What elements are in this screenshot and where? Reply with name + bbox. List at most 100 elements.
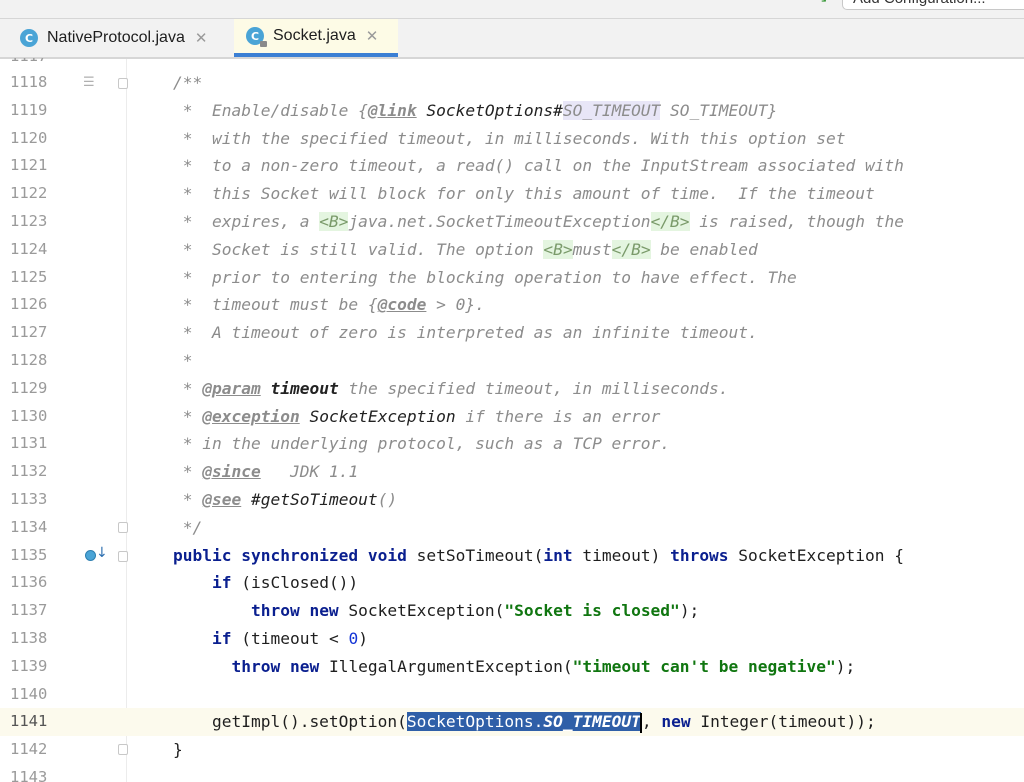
- editor-tab-bar: C NativeProtocol.java ✕ C Socket.java ✕: [0, 19, 1024, 58]
- code-line[interactable]: 1130 * @exception SocketException if the…: [0, 403, 1024, 431]
- code-token: SocketException: [309, 406, 456, 426]
- code-text[interactable]: * @since JDK 1.1: [173, 458, 358, 486]
- code-line[interactable]: 1118 /**: [0, 69, 1024, 97]
- code-line[interactable]: 1128 *: [0, 347, 1024, 375]
- code-line[interactable]: 1120 * with the specified timeout, in mi…: [0, 125, 1024, 153]
- code-line[interactable]: 1135 public synchronized void setSoTimeou…: [0, 542, 1024, 570]
- code-token: /**: [173, 73, 203, 92]
- keyword-token: new: [661, 712, 691, 732]
- code-text[interactable]: public synchronized void setSoTimeout(in…: [173, 542, 904, 570]
- code-token: timeout: [270, 378, 339, 398]
- build-arrow-icon[interactable]: ↘: [816, 0, 828, 5]
- code-token: be enabled: [650, 239, 758, 259]
- code-line[interactable]: 1143: [0, 764, 1024, 782]
- code-token: <B>: [319, 212, 349, 231]
- code-line[interactable]: 1137 throw new SocketException("Socket i…: [0, 597, 1024, 625]
- code-text[interactable]: }: [173, 736, 183, 764]
- code-token: is raised, though the: [689, 212, 904, 231]
- code-line[interactable]: 1134 */: [0, 514, 1024, 542]
- close-icon[interactable]: ✕: [195, 29, 208, 47]
- code-text[interactable]: * A timeout of zero is interpreted as an…: [173, 319, 758, 347]
- tab-nativeprotocol-java[interactable]: C NativeProtocol.java ✕: [12, 19, 230, 57]
- toggle-rendered-doc-icon[interactable]: ☰: [83, 75, 95, 90]
- code-token: * Enable/disable {: [173, 100, 368, 120]
- line-number: 1133: [10, 490, 48, 508]
- code-text[interactable]: * @param timeout the specified timeout, …: [173, 375, 729, 403]
- lock-icon: [260, 41, 267, 47]
- line-number: 1134: [10, 517, 48, 536]
- keyword-token: throw new: [250, 601, 339, 621]
- code-token: *: [173, 462, 203, 482]
- code-text[interactable]: * in the underlying protocol, such as a …: [173, 430, 670, 458]
- code-text[interactable]: * prior to entering the blocking operati…: [173, 264, 797, 292]
- code-line[interactable]: 1136 if (isClosed()): [0, 569, 1024, 597]
- code-text[interactable]: throw new IllegalArgumentException("time…: [173, 653, 855, 681]
- code-text[interactable]: throw new SocketException("Socket is clo…: [173, 597, 699, 625]
- code-editor[interactable]: 11171118/**1119 * Enable/disable {@link …: [0, 58, 1024, 782]
- override-method-icon[interactable]: [85, 549, 96, 561]
- fold-marker-icon[interactable]: [118, 521, 128, 533]
- code-line[interactable]: 1119 * Enable/disable {@link SocketOptio…: [0, 97, 1024, 125]
- code-token: Integer(timeout));: [690, 712, 876, 732]
- arrow-down-icon[interactable]: ↓: [96, 545, 108, 561]
- line-number: 1124: [10, 239, 48, 258]
- tab-socket-java[interactable]: C Socket.java ✕: [234, 19, 398, 57]
- code-line[interactable]: 1125 * prior to entering the blocking op…: [0, 264, 1024, 292]
- code-line[interactable]: 1142}: [0, 736, 1024, 764]
- tab-label: NativeProtocol.java: [47, 29, 185, 46]
- code-text[interactable]: * Enable/disable {@link SocketOptions#SO…: [173, 97, 777, 125]
- code-line[interactable]: 1127 * A timeout of zero is interpreted …: [0, 319, 1024, 347]
- code-line[interactable]: 1132 * @since JDK 1.1: [0, 458, 1024, 486]
- code-line[interactable]: 1140: [0, 681, 1024, 709]
- code-token: 0: [348, 629, 359, 648]
- close-icon[interactable]: ✕: [366, 27, 379, 45]
- selected-text: SocketOptions.: [406, 712, 544, 732]
- code-text[interactable]: * @see #getSoTimeout(): [173, 486, 397, 514]
- code-line[interactable]: 1131 * in the underlying protocol, such …: [0, 430, 1024, 458]
- code-line[interactable]: 1133 * @see #getSoTimeout(): [0, 486, 1024, 514]
- fold-marker-icon[interactable]: [118, 550, 128, 562]
- code-line[interactable]: 1122 * this Socket will block for only t…: [0, 180, 1024, 208]
- code-text[interactable]: if (timeout < 0): [173, 625, 368, 653]
- code-text[interactable]: getImpl().setOption(SocketOptions.SO_TIM…: [173, 708, 876, 736]
- line-number: 1126: [10, 295, 48, 314]
- code-token: @code: [377, 295, 427, 315]
- code-text[interactable]: /**: [173, 69, 202, 97]
- keyword-token: throws: [670, 545, 729, 565]
- code-line[interactable]: 1124 * Socket is still valid. The option…: [0, 236, 1024, 264]
- code-token: (isClosed()): [231, 573, 359, 593]
- code-text[interactable]: * Socket is still valid. The option <B>m…: [173, 236, 758, 264]
- run-configuration-button[interactable]: Add Configuration...: [842, 0, 1024, 10]
- code-line[interactable]: 1129 * @param timeout the specified time…: [0, 375, 1024, 403]
- code-text[interactable]: * with the specified timeout, in millise…: [173, 125, 846, 153]
- code-text[interactable]: * timeout must be {@code > 0}.: [173, 291, 485, 319]
- line-number: 1132: [10, 462, 48, 481]
- code-token: if there is an error: [455, 406, 661, 426]
- code-token: SocketException {: [728, 545, 904, 565]
- code-line[interactable]: 1121 * to a non-zero timeout, a read() c…: [0, 152, 1024, 180]
- code-text[interactable]: * to a non-zero timeout, a read() call o…: [173, 152, 904, 180]
- fold-marker-icon[interactable]: [118, 78, 128, 89]
- code-token: @see: [202, 490, 242, 509]
- code-line[interactable]: 1138 if (timeout < 0): [0, 625, 1024, 653]
- top-toolbar: ↘ Add Configuration...: [0, 0, 1024, 19]
- code-token: *: [173, 351, 193, 370]
- code-text[interactable]: * this Socket will block for only this a…: [173, 180, 875, 208]
- code-token: @exception: [202, 406, 300, 426]
- code-line[interactable]: 1139 throw new IllegalArgumentException(…: [0, 653, 1024, 681]
- code-text[interactable]: *: [173, 347, 193, 375]
- code-line[interactable]: 1123 * expires, a <B>java.net.SocketTime…: [0, 208, 1024, 236]
- code-text[interactable]: * expires, a <B>java.net.SocketTimeoutEx…: [173, 208, 904, 236]
- keyword-token: if: [211, 629, 232, 648]
- current-code-line[interactable]: 1141 getImpl().setOption(SocketOptions.S…: [0, 708, 1024, 737]
- code-line[interactable]: 1126 * timeout must be {@code > 0}.: [0, 291, 1024, 319]
- code-text[interactable]: * @exception SocketException if there is…: [173, 403, 661, 431]
- code-token: SO_TIMEOUT: [562, 100, 661, 120]
- fold-marker-icon[interactable]: [118, 744, 128, 756]
- code-text[interactable]: if (isClosed()): [173, 569, 358, 597]
- code-text[interactable]: */: [173, 514, 203, 542]
